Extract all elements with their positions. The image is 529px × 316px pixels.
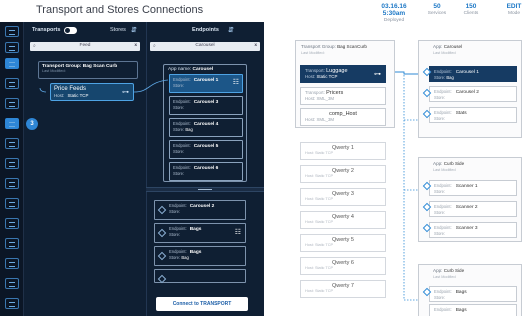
store-label: Store: xyxy=(434,189,446,194)
app-label: App: xyxy=(433,161,443,166)
store-label: Store: xyxy=(434,210,446,215)
app-endpoint[interactable]: Endpoint: Bags xyxy=(429,304,517,316)
host-value: Static TCP xyxy=(316,74,338,79)
app-endpoint[interactable]: Endpoint: Carousel 2 Store: xyxy=(429,86,517,102)
app-endpoint[interactable]: Endpoint: Stats Store: xyxy=(429,107,517,123)
endpoint-label: Endpoint: xyxy=(434,289,452,294)
app-name: Curb Side xyxy=(443,161,465,166)
transport-group-header: Transport Group: Bag ScanCurb xyxy=(301,44,367,49)
app-endpoint[interactable]: Endpoint: Scanner 2 Store: xyxy=(429,201,517,217)
transport-card[interactable]: comp_Host Host: XML_3M xyxy=(300,108,386,126)
transport-card-selected[interactable]: Transport: Luggage Host: Static TCP ⊶ xyxy=(300,65,386,83)
host-value: XML_3M xyxy=(316,96,335,101)
host-value: Static TCP xyxy=(314,197,334,201)
app-sub: Last Modified xyxy=(433,275,456,279)
host-label: Host: xyxy=(305,289,314,293)
host-label: Host: xyxy=(305,266,314,270)
host-value: Static TCP xyxy=(314,289,334,293)
host-label: Host: xyxy=(305,74,316,79)
app-endpoint[interactable]: Endpoint: Scanner 1 Store: xyxy=(429,180,517,196)
endpoint-name: Carousel 1 xyxy=(455,70,479,75)
host-label: Host: xyxy=(305,243,314,247)
host-value: Static TCP xyxy=(314,243,334,247)
transport-label: Transport: xyxy=(305,68,325,73)
host-label: Host: xyxy=(305,220,314,224)
host-label: Host: xyxy=(305,174,314,178)
endpoint-label: Endpoint: xyxy=(434,225,452,230)
transport-group-label: Transport Group: xyxy=(301,44,336,49)
store-label: Store: xyxy=(434,75,446,80)
store-label: Store: xyxy=(434,231,446,236)
qwerty-card[interactable]: Qwerty 2 Host: Static TCP xyxy=(300,165,386,183)
endpoint-name: Carousel 2 xyxy=(455,90,479,95)
app-group-curb-side-2[interactable]: App: Curb Side Last Modified Endpoint: Ba… xyxy=(418,264,522,316)
host-label: Host: xyxy=(305,96,316,101)
store-value: Bag xyxy=(446,75,454,80)
app-group-curb-side[interactable]: App: Curb Side Last Modified Endpoint: Sc… xyxy=(418,157,522,242)
app-header: App: Curb Side xyxy=(433,268,464,273)
host-value: Static TCP xyxy=(314,151,334,155)
qwerty-card[interactable]: Qwerty 4 Host: Static TCP xyxy=(300,211,386,229)
endpoint-name: Bags xyxy=(455,290,467,295)
host-value: XML_3M xyxy=(316,117,335,122)
endpoint-label: Endpoint: xyxy=(434,69,452,74)
endpoint-label: Endpoint: xyxy=(434,110,452,115)
app-endpoint[interactable]: Endpoint: Carousel 1 Store: Bag xyxy=(429,66,517,82)
endpoint-label: Endpoint: xyxy=(434,183,452,188)
endpoint-name: Bags xyxy=(455,308,467,313)
endpoint-name: Scanner 2 xyxy=(455,205,478,210)
endpoint-label: Endpoint: xyxy=(434,89,452,94)
app-endpoint[interactable]: Endpoint: Bags Store: xyxy=(429,286,517,302)
app-name: Carousel xyxy=(443,44,463,49)
app-group-carousel[interactable]: App: Carousel Last Modified Endpoint: Car… xyxy=(418,40,522,138)
transport-label: Transport: xyxy=(305,90,325,95)
app-sub: Last Modified xyxy=(433,168,456,172)
transport-group-sub: Last Modified: xyxy=(301,51,325,55)
transport-group-name: Bag ScanCurb xyxy=(337,44,367,49)
qwerty-card[interactable]: Qwerty 6 Host: Static TCP xyxy=(300,257,386,275)
host-label: Host: xyxy=(305,197,314,201)
endpoint-label: Endpoint: xyxy=(434,307,452,312)
qwerty-card[interactable]: Qwerty 5 Host: Static TCP xyxy=(300,234,386,252)
store-label: Store: xyxy=(434,295,446,300)
host-label: Host: xyxy=(305,117,316,122)
host-value: Static TCP xyxy=(314,220,334,224)
app-label: App: xyxy=(433,268,443,273)
host-label: Host: xyxy=(305,151,314,155)
host-value: Static TCP xyxy=(314,266,334,270)
endpoint-name: Scanner 3 xyxy=(455,226,478,231)
qwerty-card[interactable]: Qwerty 7 Host: Static TCP xyxy=(300,280,386,298)
app-header: App: Carousel xyxy=(433,44,462,49)
app-endpoint[interactable]: Endpoint: Scanner 3 Store: xyxy=(429,222,517,238)
qwerty-card[interactable]: Qwerty 3 Host: Static TCP xyxy=(300,188,386,206)
store-label: Store: xyxy=(434,116,446,121)
app-sub: Last Modified xyxy=(433,51,456,55)
transport-card[interactable]: Transport: Pricers Host: XML_3M xyxy=(300,87,386,105)
app-header: App: Curb Side xyxy=(433,161,464,166)
app-name: Curb Side xyxy=(443,268,465,273)
host-value: Static TCP xyxy=(314,174,334,178)
store-label: Store: xyxy=(434,95,446,100)
endpoint-label: Endpoint: xyxy=(434,204,452,209)
app-label: App: xyxy=(433,44,443,49)
endpoint-name: Scanner 1 xyxy=(455,184,478,189)
endpoint-name: Stats xyxy=(455,111,467,116)
qwerty-card[interactable]: Qwerty 1 Host: Static TCP xyxy=(300,142,386,160)
hierarchy-icon: ⊶ xyxy=(374,71,381,78)
